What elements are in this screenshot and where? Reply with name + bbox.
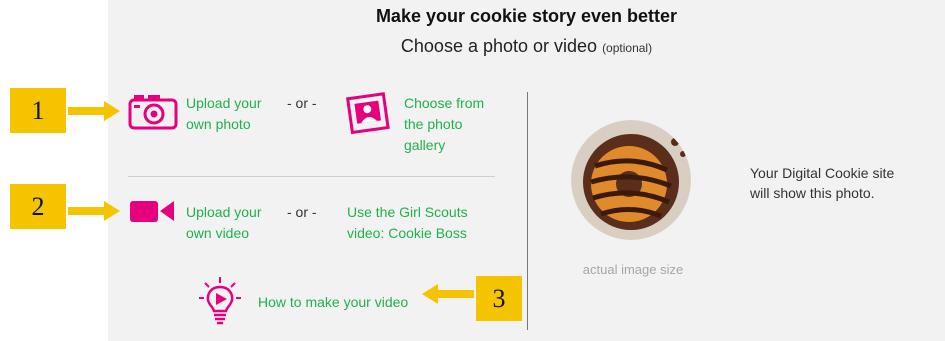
girl-scouts-video-link[interactable]: Use the Girl Scouts video: Cookie Boss	[347, 202, 468, 244]
upload-video-label-line1: Upload your	[186, 204, 262, 220]
gallery-label-line3: gallery	[404, 137, 446, 153]
gs-video-label-line1: Use the Girl Scouts	[347, 204, 468, 220]
how-to-video-link[interactable]: How to make your video	[258, 292, 408, 313]
photo-gallery-icon[interactable]	[346, 92, 392, 136]
arrow-left-icon	[422, 284, 474, 304]
arrow-right-icon	[68, 201, 120, 221]
page-subtitle: Choose a photo or video (optional)	[108, 36, 945, 57]
gallery-label-line2: the photo	[404, 116, 463, 132]
upload-video-link[interactable]: Upload your own video	[186, 202, 262, 244]
preview-info-line1: Your Digital Cookie site	[750, 165, 895, 181]
cookie-image	[571, 120, 691, 240]
image-size-caption: actual image size	[582, 262, 684, 277]
video-camera-icon[interactable]	[128, 198, 176, 224]
lightbulb-play-icon[interactable]	[197, 276, 243, 328]
choose-gallery-link[interactable]: Choose from the photo gallery	[404, 93, 484, 156]
video-or-separator: - or -	[287, 204, 317, 220]
callout-2: 2	[10, 184, 66, 229]
gallery-label-line1: Choose from	[404, 95, 485, 111]
cookie-preview-image	[571, 120, 691, 240]
upload-photo-link[interactable]: Upload your own photo	[186, 93, 262, 135]
arrow-right-icon	[68, 101, 120, 121]
page-title: Make your cookie story even better	[375, 6, 678, 26]
preview-info-line2: will show this photo.	[750, 185, 875, 201]
upload-photo-label-line1: Upload your	[186, 95, 262, 111]
upload-video-label-line2: own video	[186, 225, 250, 241]
callout-1: 1	[10, 88, 66, 133]
subtitle-text: Choose a photo or video	[400, 36, 598, 56]
gs-video-label-line2: video: Cookie Boss	[347, 225, 467, 241]
vertical-divider	[527, 92, 528, 330]
callout-3: 3	[476, 276, 522, 321]
preview-info: Your Digital Cookie site will show this …	[750, 163, 930, 203]
subtitle-optional: (optional)	[602, 41, 653, 55]
upload-photo-label-line2: own photo	[186, 116, 251, 132]
photo-or-separator: - or -	[287, 95, 317, 111]
section-divider	[128, 176, 495, 177]
camera-icon[interactable]	[128, 92, 178, 130]
